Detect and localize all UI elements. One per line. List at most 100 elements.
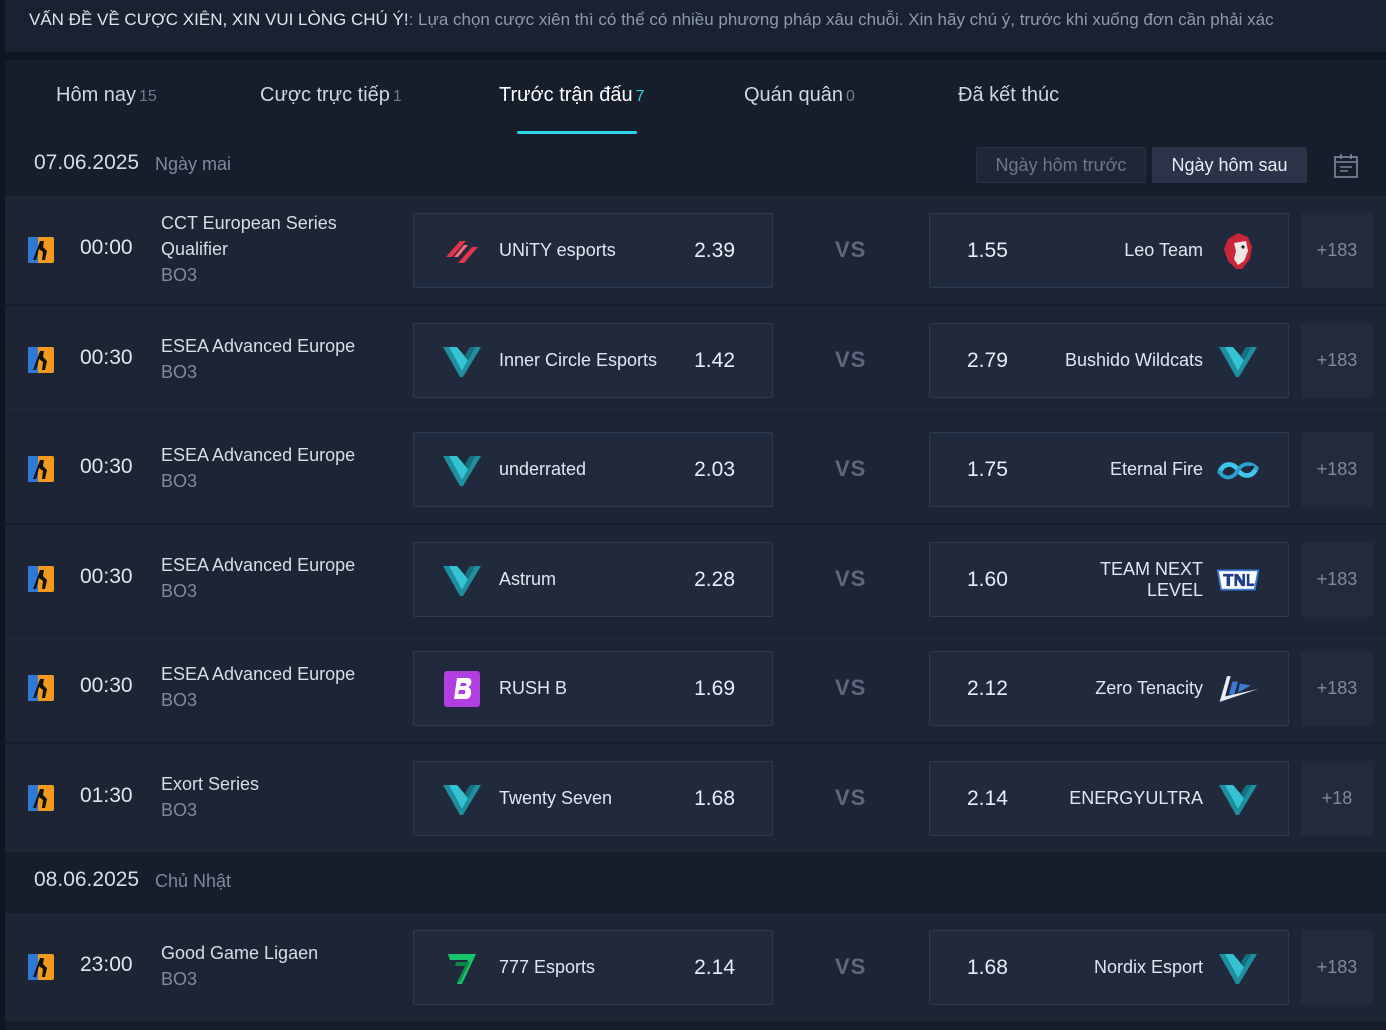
tab-live[interactable]: Cược trực tiếp 1 [260, 84, 402, 107]
calendar-icon[interactable] [1333, 153, 1359, 179]
date-header: 08.06.2025 Chủ Nhật [5, 855, 1386, 911]
active-tab-indicator [517, 131, 637, 134]
home-team-odds-button[interactable]: underrated 2.03 [413, 432, 773, 507]
team-placeholder-logo-icon [1216, 948, 1260, 988]
home-team-odds-button[interactable]: 777 Esports 2.14 [413, 930, 773, 1005]
match-row: 00:00 CCT European Series Qualifier BO3 … [5, 196, 1386, 304]
team-odds: 1.69 [694, 677, 735, 700]
match-format: BO3 [161, 471, 198, 491]
home-team-odds-button[interactable]: RUSH B 1.69 [413, 651, 773, 726]
more-markets-button[interactable]: +183 [1301, 432, 1373, 507]
home-team-odds-button[interactable]: Astrum 2.28 [413, 542, 773, 617]
team-odds: 2.14 [694, 956, 735, 979]
counter-strike-icon [27, 674, 55, 702]
day-name: Chủ Nhật [155, 871, 232, 891]
match-time: 00:30 [80, 346, 133, 369]
vs-label: VS [835, 347, 867, 372]
team-placeholder-logo-icon [1216, 341, 1260, 381]
away-team-odds-button[interactable]: 1.68 Nordix Esport [929, 930, 1289, 1005]
team-placeholder-logo-icon [440, 341, 484, 381]
team-name: 777 Esports [499, 957, 596, 977]
team-name: RUSH B [499, 678, 568, 698]
league-name: Good Game Ligaen [161, 943, 319, 963]
match-row: 23:00 Good Game Ligaen BO3 777 Esports 2… [5, 913, 1386, 1021]
league-name: ESEA Advanced Europe [161, 555, 356, 575]
match-row: 00:30 ESEA Advanced Europe BO3 RUSH B 1.… [5, 634, 1386, 742]
away-team-odds-button[interactable]: 1.75 Eternal Fire [929, 432, 1289, 507]
match-format: BO3 [161, 362, 198, 382]
date: 07.06.2025 [34, 151, 140, 174]
team-name: Bushido Wildcats [1064, 350, 1203, 370]
vs-label: VS [835, 237, 867, 262]
tab-count: 7 [635, 88, 645, 105]
team-name: TEAM NEXT LEVEL [1099, 558, 1203, 600]
away-team-odds-button[interactable]: 2.14 ENERGYULTRA [929, 761, 1289, 836]
match-row: 00:30 ESEA Advanced Europe BO3 underrate… [5, 415, 1386, 523]
league-info: CCT European Series Qualifier BO3 [161, 210, 401, 288]
more-markets-button[interactable]: +183 [1301, 213, 1373, 288]
away-team-odds-button[interactable]: 1.60 TEAM NEXT LEVEL [929, 542, 1289, 617]
match-format: BO3 [161, 800, 198, 820]
match-row: 00:30 ESEA Advanced Europe BO3 Astrum 2.… [5, 525, 1386, 633]
tab-outright[interactable]: Quán quân 0 [744, 84, 855, 107]
tab-today[interactable]: Hôm nay 15 [56, 84, 157, 107]
team-next-level-logo-icon [1216, 560, 1260, 600]
tab-finished[interactable]: Đã kết thúc [958, 84, 1062, 107]
match-time: 00:00 [80, 236, 133, 259]
counter-strike-icon [27, 455, 55, 483]
counter-strike-icon [27, 784, 55, 812]
league-name: ESEA Advanced Europe [161, 445, 356, 465]
team-odds: 1.60 [967, 568, 1008, 591]
match-time: 23:00 [80, 953, 133, 976]
home-team-odds-button[interactable]: Twenty Seven 1.68 [413, 761, 773, 836]
tab-count: 1 [392, 88, 402, 105]
tab-count: 0 [845, 88, 855, 105]
previous-day-button[interactable]: Ngày hôm trước [976, 147, 1146, 183]
team-odds: 1.42 [694, 349, 735, 372]
league-info: ESEA Advanced Europe BO3 [161, 333, 401, 385]
vs-label: VS [835, 954, 867, 979]
match-row: 00:30 ESEA Advanced Europe BO3 Inner Cir… [5, 306, 1386, 414]
more-markets-button[interactable]: +183 [1301, 542, 1373, 617]
tab-pre-match[interactable]: Trước trận đấu 7 [499, 84, 645, 107]
away-team-odds-button[interactable]: 2.79 Bushido Wildcats [929, 323, 1289, 398]
match-time: 00:30 [80, 674, 133, 697]
date: 08.06.2025 [34, 868, 140, 891]
match-format: BO3 [161, 690, 198, 710]
team-placeholder-logo-icon [440, 450, 484, 490]
next-day-button[interactable]: Ngày hôm sau [1152, 147, 1307, 183]
match-row: 01:30 Exort Series BO3 Twenty Seven 1.68… [5, 744, 1386, 852]
home-team-odds-button[interactable]: UNiTY esports 2.39 [413, 213, 773, 288]
match-format: BO3 [161, 969, 198, 989]
eternal-fire-dragon-logo-icon [1216, 450, 1260, 490]
match-time: 01:30 [80, 784, 133, 807]
day-name: Ngày mai [155, 154, 232, 174]
team-placeholder-logo-icon [440, 779, 484, 819]
league-name: ESEA Advanced Europe [161, 664, 356, 684]
team-odds: 2.39 [694, 239, 735, 262]
league-info: ESEA Advanced Europe BO3 [161, 661, 401, 713]
team-placeholder-logo-icon [440, 560, 484, 600]
home-team-odds-button[interactable]: Inner Circle Esports 1.42 [413, 323, 773, 398]
notice-title: VẤN ĐỀ VỀ CƯỢC XIÊN, XIN VUI LÒNG CHÚ Ý! [29, 10, 409, 29]
more-markets-button[interactable]: +18 [1301, 761, 1373, 836]
away-team-odds-button[interactable]: 2.12 Zero Tenacity [929, 651, 1289, 726]
more-markets-button[interactable]: +183 [1301, 323, 1373, 398]
tab-count: 15 [139, 88, 157, 105]
team-placeholder-logo-icon [1216, 779, 1260, 819]
team-name: underrated [499, 459, 587, 479]
counter-strike-icon [27, 565, 55, 593]
team-odds: 2.03 [694, 458, 735, 481]
league-name: CCT European Series Qualifier [161, 213, 337, 259]
counter-strike-icon [27, 236, 55, 264]
vs-label: VS [835, 566, 867, 591]
league-info: Good Game Ligaen BO3 [161, 940, 401, 992]
777-esports-logo-icon [440, 948, 484, 988]
team-name: Zero Tenacity [1095, 678, 1203, 698]
away-team-odds-button[interactable]: 1.55 Leo Team [929, 213, 1289, 288]
more-markets-button[interactable]: +183 [1301, 930, 1373, 1005]
more-markets-button[interactable]: +183 [1301, 651, 1373, 726]
counter-strike-icon [27, 346, 55, 374]
team-name: Astrum [499, 569, 557, 589]
leo-team-lion-logo-icon [1216, 231, 1260, 271]
